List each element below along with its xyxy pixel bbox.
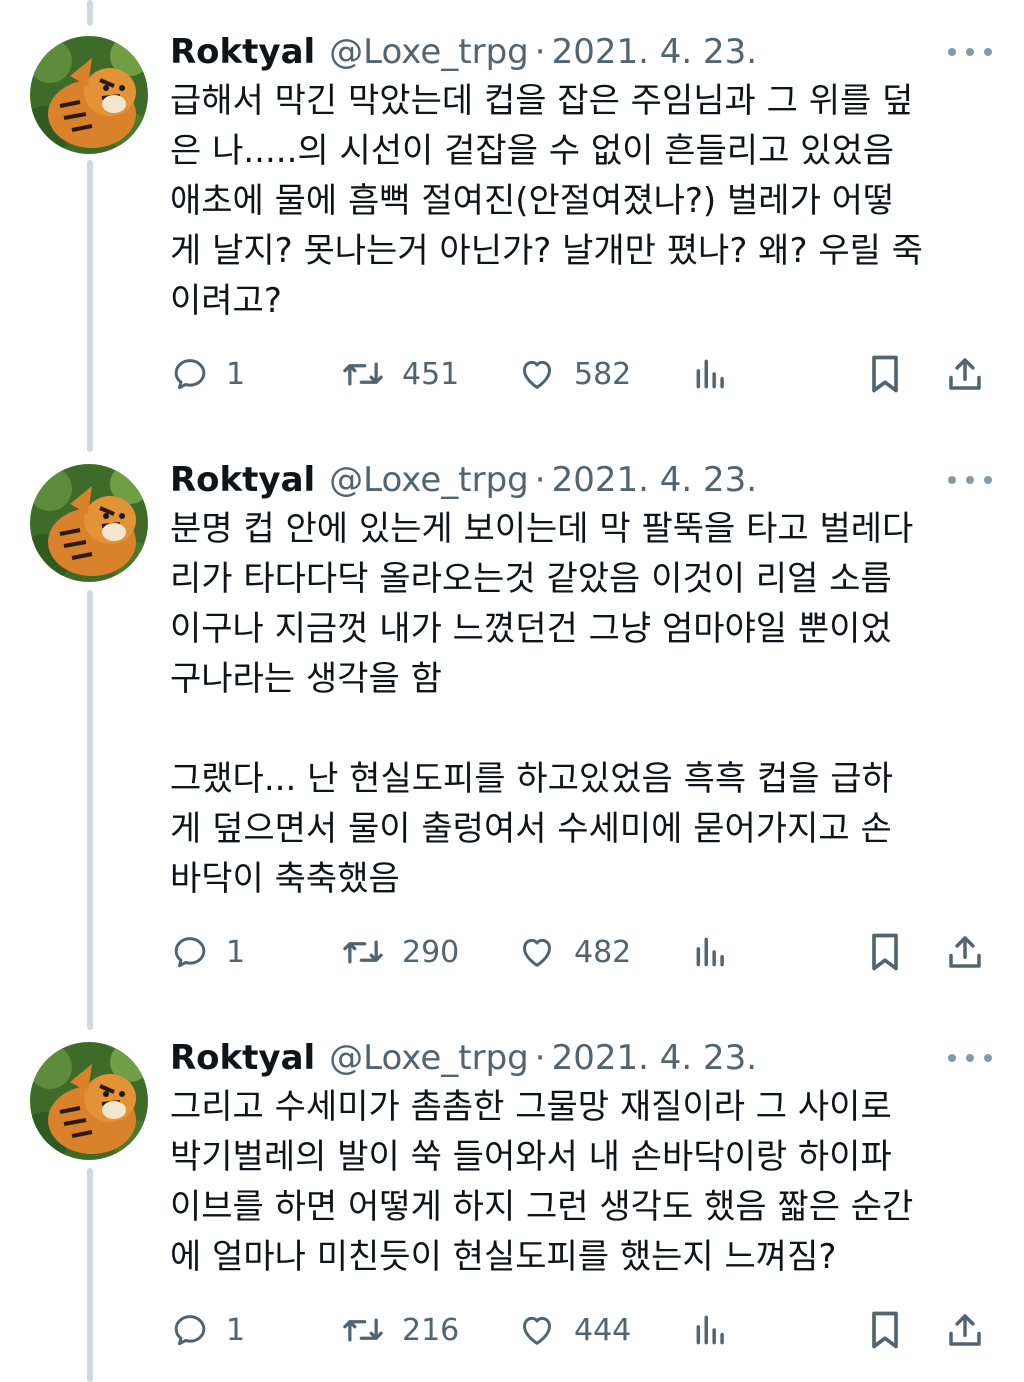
bookmark-button[interactable] (866, 350, 904, 398)
tweet[interactable]: Roktyal @Loxe_trpg · 2021. 4. 23. 그리고 수세… (0, 1034, 1024, 1382)
like-button[interactable]: 482 (516, 928, 631, 976)
more-icon[interactable] (948, 462, 992, 498)
retweet-count: 451 (402, 356, 460, 392)
tweet[interactable]: Roktyal @Loxe_trpg · 2021. 4. 23. 급해서 막긴… (0, 28, 1024, 428)
reply-icon (174, 937, 206, 968)
analytics-icon (696, 937, 724, 967)
avatar[interactable] (30, 1042, 148, 1160)
reply-icon (174, 1315, 206, 1346)
reply-button[interactable]: 1 (170, 928, 245, 976)
bookmark-icon (872, 1311, 898, 1349)
retweet-button[interactable]: 451 (340, 350, 459, 398)
reply-count: 1 (226, 934, 246, 970)
tweet-date[interactable]: 2021. 4. 23. (552, 32, 757, 72)
share-button[interactable] (944, 350, 986, 398)
like-count: 482 (574, 934, 632, 970)
bookmark-button[interactable] (866, 928, 904, 976)
share-icon (949, 936, 981, 968)
separator: · (534, 32, 546, 72)
tiger-avatar (30, 1042, 148, 1160)
author-name[interactable]: Roktyal (170, 460, 315, 500)
like-button[interactable]: 444 (516, 1306, 631, 1354)
thread-line-top (87, 0, 93, 26)
author-handle[interactable]: @Loxe_trpg (329, 1038, 529, 1078)
views-button[interactable] (692, 1306, 730, 1354)
separator: · (534, 1038, 546, 1078)
like-count: 582 (574, 356, 632, 392)
retweet-button[interactable]: 290 (340, 928, 459, 976)
retweet-button[interactable]: 216 (340, 1306, 459, 1354)
bookmark-icon (872, 933, 898, 971)
author-name[interactable]: Roktyal (170, 32, 315, 72)
like-count: 444 (574, 1312, 632, 1348)
tweet-header: Roktyal @Loxe_trpg · 2021. 4. 23. (170, 456, 757, 504)
retweet-icon (343, 1318, 383, 1342)
tiger-avatar (30, 36, 148, 154)
reply-button[interactable]: 1 (170, 350, 245, 398)
separator: · (534, 460, 546, 500)
tweet-header: Roktyal @Loxe_trpg · 2021. 4. 23. (170, 28, 757, 76)
tiger-avatar (30, 464, 148, 582)
tweet-text: 분명 컵 안에 있는게 보이는데 막 팔뚝을 타고 벌레다 리가 타다다닥 올라… (170, 509, 914, 899)
bookmark-button[interactable] (866, 1306, 904, 1354)
tweet-actions: 1 290 482 (0, 928, 1024, 976)
author-handle[interactable]: @Loxe_trpg (329, 460, 529, 500)
tweet-header: Roktyal @Loxe_trpg · 2021. 4. 23. (170, 1034, 757, 1082)
retweet-icon (343, 362, 383, 386)
views-button[interactable] (692, 928, 730, 976)
reply-count: 1 (226, 356, 246, 392)
tweet[interactable]: Roktyal @Loxe_trpg · 2021. 4. 23. 분명 컵 안… (0, 456, 1024, 996)
tweet-text: 그리고 수세미가 촘촘한 그물망 재질이라 그 사이로 박기벌레의 발이 쑥 들… (170, 1087, 914, 1277)
heart-icon (523, 360, 551, 389)
tweet-actions: 1 451 582 (0, 350, 1024, 398)
reply-count: 1 (226, 1312, 246, 1348)
views-button[interactable] (692, 350, 730, 398)
tweet-text: 급해서 막긴 막았는데 컵을 잡은 주임님과 그 위를 덮 은 나.....의 … (170, 81, 923, 321)
more-icon[interactable] (948, 34, 992, 70)
avatar[interactable] (30, 36, 148, 154)
reply-icon (174, 359, 206, 390)
bookmark-icon (872, 355, 898, 393)
heart-icon (523, 1316, 551, 1345)
retweet-count: 216 (402, 1312, 460, 1348)
retweet-count: 290 (402, 934, 460, 970)
author-name[interactable]: Roktyal (170, 1038, 315, 1078)
share-icon (949, 1314, 981, 1346)
share-icon (949, 358, 981, 390)
tweet-actions: 1 216 444 (0, 1306, 1024, 1354)
tweet-date[interactable]: 2021. 4. 23. (552, 1038, 757, 1078)
analytics-icon (696, 359, 724, 389)
like-button[interactable]: 582 (516, 350, 631, 398)
analytics-icon (696, 1315, 724, 1345)
reply-button[interactable]: 1 (170, 1306, 245, 1354)
author-handle[interactable]: @Loxe_trpg (329, 32, 529, 72)
avatar[interactable] (30, 464, 148, 582)
share-button[interactable] (944, 1306, 986, 1354)
retweet-icon (343, 940, 383, 964)
heart-icon (523, 938, 551, 967)
tweet-date[interactable]: 2021. 4. 23. (552, 460, 757, 500)
share-button[interactable] (944, 928, 986, 976)
more-icon[interactable] (948, 1040, 992, 1076)
